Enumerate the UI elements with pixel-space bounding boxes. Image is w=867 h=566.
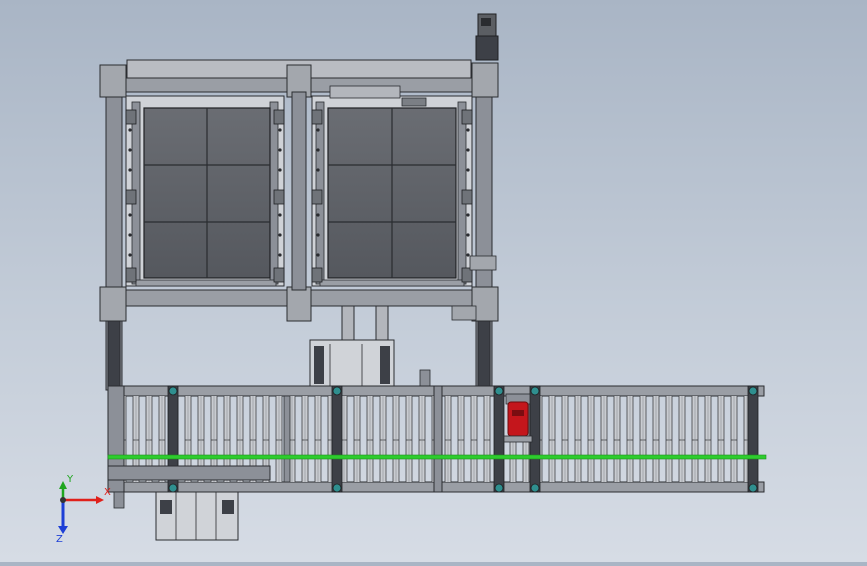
triad-y-label: Y — [67, 474, 74, 485]
coordinate-triad — [58, 481, 104, 534]
lower-unit — [113, 491, 239, 541]
servo-motor — [475, 13, 499, 61]
left-post-dark — [107, 317, 121, 391]
left-magazine — [125, 95, 285, 287]
triad-z-label: Z — [56, 534, 63, 545]
center-post — [291, 91, 307, 291]
guide-rail — [107, 454, 767, 460]
cad-model-canvas[interactable] — [0, 0, 867, 562]
right-magazine — [311, 85, 473, 287]
corner-block — [99, 64, 127, 98]
lift-column — [309, 305, 431, 389]
roller-conveyor — [107, 385, 767, 493]
corner-block — [286, 286, 312, 322]
triad-x-label: X — [104, 487, 111, 498]
side-bracket — [469, 255, 497, 271]
side-bracket — [451, 305, 477, 321]
red-gripper — [503, 393, 533, 443]
corner-block — [99, 286, 127, 322]
cad-viewport[interactable]: X Y Z — [0, 0, 867, 562]
right-post-dark — [477, 317, 491, 391]
corner-block — [471, 62, 499, 98]
